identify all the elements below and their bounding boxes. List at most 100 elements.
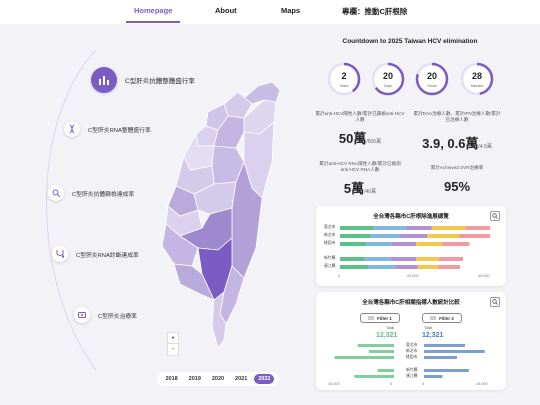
filter-2-button[interactable]: Filter 2 xyxy=(422,313,462,323)
x-tick: 10,000 xyxy=(328,382,340,386)
stethoscope-icon xyxy=(52,246,68,262)
bar-segment xyxy=(405,226,432,230)
bar-segment xyxy=(340,257,365,261)
year-2020[interactable]: 2020 xyxy=(208,374,228,384)
stat-number: 95% xyxy=(443,179,471,194)
menu-item-treatment[interactable]: C型肝炎治療率 xyxy=(74,307,137,323)
year-2018[interactable]: 2018 xyxy=(161,374,181,384)
bar-segment xyxy=(340,234,370,238)
stat-caption: 累計DAA治療人數，累計IFN治療人數/累計已治療人數 xyxy=(413,111,501,122)
row-label: 連江縣 xyxy=(324,264,336,268)
menu-label: C型肝炎治療率 xyxy=(98,313,137,320)
countdown-hours: 20 Hours xyxy=(415,62,449,96)
stacked-bar-chart xyxy=(340,226,490,269)
butterfly-bar-chart xyxy=(334,344,485,378)
nav-special[interactable]: 專欄：推動C肝根除 xyxy=(342,6,407,17)
zoom-out-button[interactable]: - xyxy=(168,344,178,355)
bar-segment xyxy=(431,226,466,230)
stat-sub: /500萬 xyxy=(366,139,382,145)
right-bar xyxy=(424,356,457,359)
magnifier-icon xyxy=(48,185,64,201)
bar-segment xyxy=(340,265,369,269)
stat-sub: /4.5萬 xyxy=(478,144,492,150)
pill-box-icon xyxy=(74,307,90,323)
filter-icon xyxy=(368,316,375,319)
nav-maps[interactable]: Maps xyxy=(281,6,300,15)
x-tick: 20,000 xyxy=(407,274,419,278)
right-total: 12,321 xyxy=(422,332,444,339)
right-bar xyxy=(424,350,485,353)
countdown-value: 20 xyxy=(426,71,437,81)
countdown-years: 2 Years xyxy=(327,62,361,96)
stat-caption: 累計anti-HCV RNA陽性人數/累計已檢測anti-HCV RNA人數 xyxy=(319,161,401,172)
bar-segment xyxy=(340,242,367,246)
left-total: 12,321 xyxy=(376,332,398,339)
row-label: 臺北市 xyxy=(324,225,336,229)
card-title: 全台灣各縣市C肝相關指標人數統計比較 xyxy=(362,300,460,306)
zoom-in-button[interactable]: + xyxy=(168,333,178,344)
countdown-value: 20 xyxy=(382,71,393,81)
countdown-unit: Minutes xyxy=(470,84,484,88)
countdown-value: 2 xyxy=(341,71,347,81)
search-button[interactable] xyxy=(490,211,500,221)
nav-home[interactable]: Homepage xyxy=(134,6,172,15)
menu-item-rna-prevalence[interactable]: C型肝炎RNA整體盛行率 xyxy=(64,121,151,137)
bar-segment xyxy=(370,234,400,238)
filter-2-label: Filter 2 xyxy=(439,315,454,321)
nav-about[interactable]: About xyxy=(215,6,237,15)
bar-segment xyxy=(438,257,463,261)
year-2022[interactable]: 2022 xyxy=(254,374,275,384)
right-bar xyxy=(424,369,469,372)
taiwan-map[interactable] xyxy=(140,78,290,363)
stat-caption: 累計anti-HCV陽性人數/累計已篩檢anti-HCV人數 xyxy=(315,111,405,122)
countdown-days: 20 Days xyxy=(371,62,405,96)
bar-segment xyxy=(364,257,391,261)
year-2021[interactable]: 2021 xyxy=(231,374,251,384)
stat-number: 5萬 xyxy=(343,181,365,196)
left-bar xyxy=(357,344,394,347)
left-bar xyxy=(368,350,394,353)
year-selector: 2018 2019 2020 2021 2022 xyxy=(157,372,279,386)
bar-segment xyxy=(438,265,460,269)
year-2019[interactable]: 2019 xyxy=(185,374,205,384)
nav-active-underline xyxy=(126,21,180,23)
total-label: Total xyxy=(386,326,395,330)
right-bar xyxy=(424,344,465,347)
bar-segment xyxy=(399,234,428,238)
search-button[interactable] xyxy=(490,297,500,307)
row-label: 桃園市 xyxy=(324,241,336,245)
stat-value: 95% xyxy=(412,178,502,196)
bar-segment xyxy=(395,265,418,269)
x-tick: 0 xyxy=(422,382,425,386)
left-bar xyxy=(377,369,394,372)
menu-label: C型肝炎RNA診斷達成率 xyxy=(76,252,139,259)
row-label: 新北市 xyxy=(324,233,336,237)
stat-sub: /40萬 xyxy=(364,189,377,195)
stat-value: 3.9, 0.6萬/4.5萬 xyxy=(405,133,509,153)
bar-segment xyxy=(390,257,417,261)
countdown-minutes: 28 Minutes xyxy=(460,62,494,96)
indicator-comparison-card: 全台灣各縣市C肝相關指標人數統計比較 Filter 1 Filter 2 Tot… xyxy=(316,292,506,390)
filter-1-button[interactable]: Filter 1 xyxy=(360,313,400,323)
search-icon xyxy=(492,213,498,219)
bar-segment xyxy=(417,265,439,269)
stat-number: 3.9, 0.6萬 xyxy=(422,136,479,151)
stat-value: 5萬/40萬 xyxy=(315,178,405,198)
stat-value: 50萬/500萬 xyxy=(315,128,405,148)
total-label: Total xyxy=(424,326,433,330)
countdown-value: 28 xyxy=(471,71,482,81)
filter-icon xyxy=(430,316,437,319)
bar-segment xyxy=(465,226,490,230)
countdown-unit: Hours xyxy=(427,84,437,88)
bar-segment xyxy=(368,265,396,269)
stat-caption: 累計Achieved SVR治療率 xyxy=(430,165,484,170)
filter-1-label: Filter 1 xyxy=(377,315,392,321)
bar-segment xyxy=(416,257,439,261)
bar-segment xyxy=(416,242,443,246)
x-tick: 0 xyxy=(338,274,341,278)
countdown-title: Countdown to 2025 Taiwan HCV elimination xyxy=(342,38,478,45)
bar-segment xyxy=(391,242,417,246)
menu-item-rna-diagnosis[interactable]: C型肝炎RNA診斷達成率 xyxy=(52,246,139,262)
menu-item-antibody-screening[interactable]: C型肝炎抗體篩檢達成率 xyxy=(48,185,134,201)
bar-segment xyxy=(442,242,470,246)
